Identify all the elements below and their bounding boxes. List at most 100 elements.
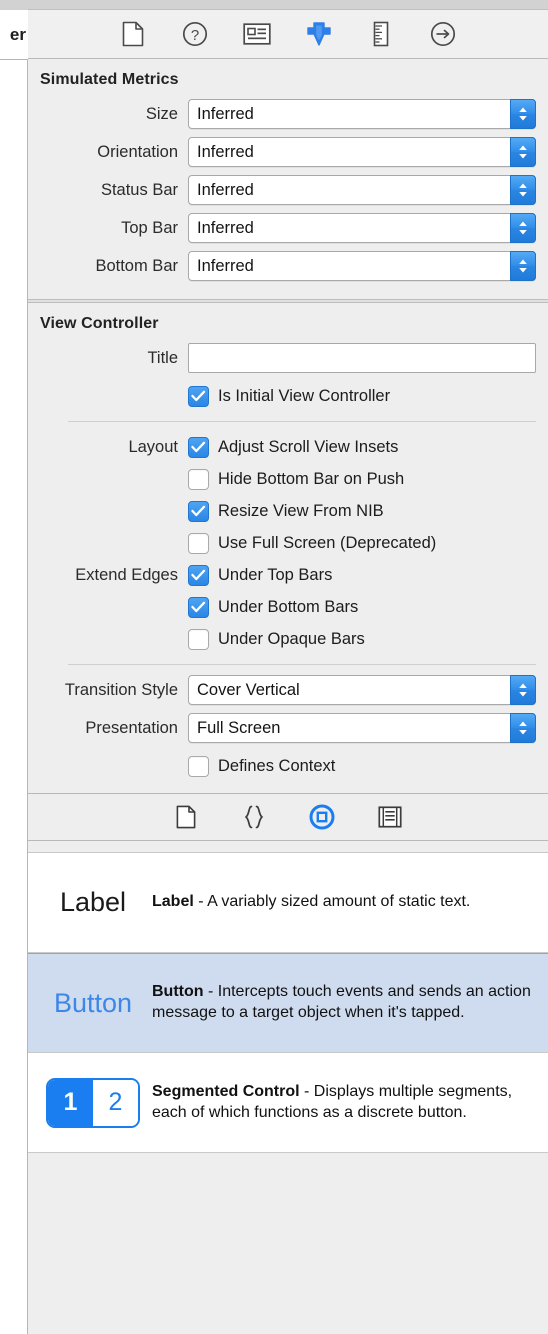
field-transition-style: Transition Style Cover Vertical: [28, 675, 548, 705]
field-presentation: Presentation Full Screen: [28, 713, 548, 743]
identity-inspector-icon[interactable]: [242, 19, 272, 49]
chevron-updown-icon[interactable]: [510, 713, 536, 743]
field-title: Title: [28, 343, 548, 373]
label-under-bottom-bars: Under Bottom Bars: [218, 597, 359, 616]
popup-status-bar[interactable]: Inferred: [188, 175, 536, 205]
checkbox-under-bottom-bars[interactable]: [188, 596, 209, 618]
label-adjust-scroll-view-insets: Adjust Scroll View Insets: [218, 437, 399, 456]
inset-divider: [68, 421, 536, 422]
popup-transition-style-value: Cover Vertical: [197, 680, 300, 699]
chevron-updown-icon[interactable]: [510, 99, 536, 129]
inspector-main-column: ? Simulated Metrics Size Inferred Orient…: [28, 0, 548, 1334]
left-cut-tab-label[interactable]: er: [0, 10, 28, 60]
left-top-band: [0, 0, 28, 10]
library-list-top-gap: [28, 841, 548, 853]
segment-1-label: 1: [48, 1079, 93, 1126]
segmented-control-thumbnail-icon: 1 2: [38, 1075, 148, 1131]
file-inspector-icon[interactable]: [118, 19, 148, 49]
label-extend-edges: Extend Edges: [75, 565, 178, 584]
object-library-icon[interactable]: [308, 803, 336, 831]
button-item-description: Button - Intercepts touch events and sen…: [148, 982, 534, 1024]
chevron-updown-icon[interactable]: [510, 175, 536, 205]
checkbox-under-top-bars[interactable]: [188, 564, 209, 586]
label-size: Size: [145, 104, 178, 123]
popup-status-bar-value: Inferred: [197, 180, 254, 199]
button-item-desc-text: - Intercepts touch events and sends an a…: [152, 983, 531, 1021]
segment-2-label: 2: [93, 1079, 138, 1126]
field-top-bar: Top Bar Inferred: [28, 213, 548, 243]
label-under-top-bars: Under Top Bars: [218, 565, 333, 584]
popup-presentation[interactable]: Full Screen: [188, 713, 536, 743]
library-item-button[interactable]: Button Button - Intercepts touch events …: [28, 953, 548, 1053]
media-library-icon[interactable]: [376, 803, 404, 831]
label-resize-view-from-nib: Resize View From NIB: [218, 501, 384, 520]
popup-bottom-bar-value: Inferred: [197, 256, 254, 275]
svg-text:?: ?: [191, 27, 199, 44]
row-under-top-bars: Extend Edges Under Top Bars: [28, 560, 548, 590]
field-status-bar: Status Bar Inferred: [28, 175, 548, 205]
label-status-bar: Status Bar: [100, 180, 178, 199]
label-bottom-bar: Bottom Bar: [95, 256, 178, 275]
simulated-metrics-title: Simulated Metrics: [40, 71, 179, 88]
size-inspector-icon[interactable]: [366, 19, 396, 49]
title-input[interactable]: [188, 343, 536, 373]
popup-presentation-value: Full Screen: [197, 718, 281, 737]
checkbox-defines-context[interactable]: [188, 755, 209, 777]
attributes-inspector-icon[interactable]: [304, 19, 334, 49]
segmented-control-glyph: 1 2: [46, 1077, 140, 1128]
chevron-updown-icon[interactable]: [510, 675, 536, 705]
connections-inspector-icon[interactable]: [428, 19, 458, 49]
label-transition-style: Transition Style: [64, 680, 178, 699]
chevron-updown-icon[interactable]: [510, 251, 536, 281]
file-template-library-icon[interactable]: [172, 803, 200, 831]
view-controller-title: View Controller: [40, 315, 159, 332]
row-defines-context: Defines Context: [28, 751, 548, 781]
quick-help-inspector-icon[interactable]: ?: [180, 19, 210, 49]
left-cut-panel: er: [0, 0, 28, 1334]
library-item-label[interactable]: Label Label - A variably sized amount of…: [28, 853, 548, 953]
checkbox-is-initial-view-controller[interactable]: [188, 385, 209, 407]
label-title: Title: [147, 348, 178, 367]
label-thumbnail-icon: Label: [38, 875, 148, 931]
library-tab-bar: [28, 793, 548, 841]
row-adjust-scroll-view-insets: Layout Adjust Scroll View Insets: [28, 432, 548, 462]
window-top-band: [28, 0, 548, 10]
checkbox-under-opaque-bars[interactable]: [188, 628, 209, 650]
view-controller-section: View Controller Title Is Initial View Co…: [28, 303, 548, 793]
code-snippet-library-icon[interactable]: [240, 803, 268, 831]
field-orientation: Orientation Inferred: [28, 137, 548, 167]
label-layout: Layout: [128, 437, 178, 456]
object-library-list: Label Label - A variably sized amount of…: [28, 841, 548, 1153]
checkbox-use-full-screen[interactable]: [188, 532, 209, 554]
label-under-opaque-bars: Under Opaque Bars: [218, 629, 365, 648]
popup-transition-style[interactable]: Cover Vertical: [188, 675, 536, 705]
chevron-updown-icon[interactable]: [510, 213, 536, 243]
popup-top-bar[interactable]: Inferred: [188, 213, 536, 243]
row-under-opaque-bars: Under Opaque Bars: [28, 624, 548, 654]
row-hide-bottom-bar-on-push: Hide Bottom Bar on Push: [28, 464, 548, 494]
label-use-full-screen: Use Full Screen (Deprecated): [218, 533, 437, 552]
label-item-desc-text: - A variably sized amount of static text…: [193, 893, 471, 911]
segmented-control-item-description: Segmented Control - Displays multiple se…: [148, 1082, 534, 1124]
button-item-name: Button: [152, 983, 204, 1001]
checkbox-hide-bottom-bar-on-push[interactable]: [188, 468, 209, 490]
row-is-initial-view-controller: Is Initial View Controller: [28, 381, 548, 411]
popup-orientation[interactable]: Inferred: [188, 137, 536, 167]
button-thumbnail-icon: Button: [38, 975, 148, 1031]
inspector-panel: er ? Simulated Metrics Size Inferred Ori…: [0, 0, 548, 1334]
popup-size[interactable]: Inferred: [188, 99, 536, 129]
label-defines-context: Defines Context: [218, 756, 336, 775]
chevron-updown-icon[interactable]: [510, 137, 536, 167]
popup-bottom-bar[interactable]: Inferred: [188, 251, 536, 281]
row-resize-view-from-nib: Resize View From NIB: [28, 496, 548, 526]
popup-size-value: Inferred: [197, 104, 254, 123]
inspector-tab-bar: ?: [28, 10, 548, 59]
library-item-segmented-control[interactable]: 1 2 Segmented Control - Displays multipl…: [28, 1053, 548, 1153]
label-orientation: Orientation: [97, 142, 178, 161]
label-presentation: Presentation: [85, 718, 178, 737]
checkbox-resize-view-from-nib[interactable]: [188, 500, 209, 522]
popup-top-bar-value: Inferred: [197, 218, 254, 237]
checkbox-adjust-scroll-view-insets[interactable]: [188, 436, 209, 458]
inset-divider: [68, 664, 536, 665]
popup-orientation-value: Inferred: [197, 142, 254, 161]
